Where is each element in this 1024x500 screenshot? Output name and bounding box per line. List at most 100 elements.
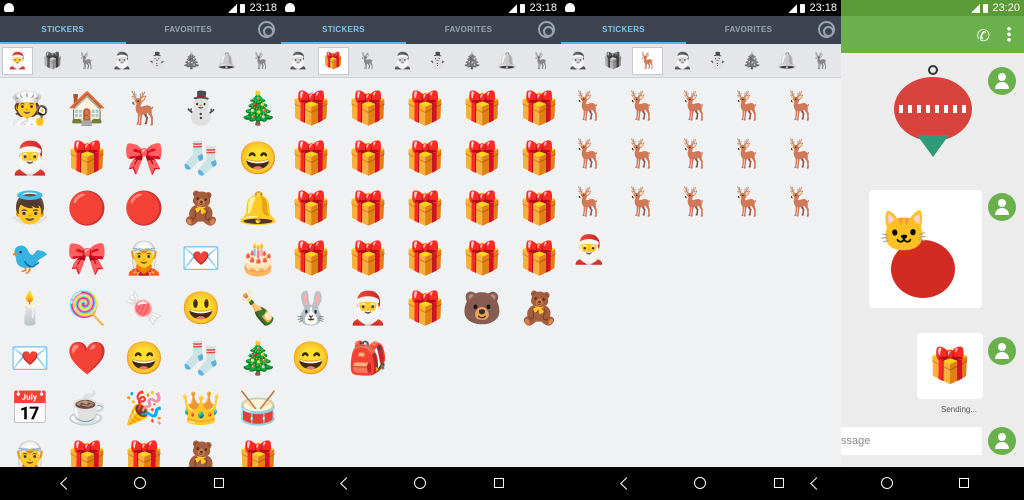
sticker-item[interactable]: 👼: [6, 184, 54, 232]
sticker-item[interactable]: 🎄: [234, 334, 281, 382]
cat-ornament-sticker-message[interactable]: 🐱: [869, 190, 982, 308]
sticker-item[interactable]: 🎁: [287, 234, 335, 282]
tab-stickers[interactable]: STICKERS: [281, 16, 406, 44]
sticker-item[interactable]: 🦌: [779, 180, 823, 224]
sticker-item[interactable]: 😄: [287, 334, 335, 382]
back-icon[interactable]: [60, 477, 73, 490]
settings-gear-icon[interactable]: [818, 21, 835, 38]
sticker-item[interactable]: 🎁: [401, 284, 449, 332]
sticker-item[interactable]: 🐰: [287, 284, 335, 332]
sticker-item[interactable]: 🐦: [6, 234, 54, 282]
category-tab[interactable]: ⛄: [702, 47, 733, 75]
category-tab[interactable]: 🎄: [176, 47, 207, 75]
sticker-item[interactable]: 🦌: [567, 84, 611, 128]
recent-apps-icon[interactable]: [774, 478, 784, 488]
category-tab[interactable]: 🦌: [353, 47, 384, 75]
back-icon[interactable]: [340, 477, 353, 490]
sticker-item[interactable]: 🎁: [401, 134, 449, 182]
sticker-item[interactable]: 🎁: [344, 234, 392, 282]
sticker-item[interactable]: 💌: [6, 334, 54, 382]
sticker-item[interactable]: 🦌: [673, 180, 717, 224]
recent-apps-icon[interactable]: [959, 478, 969, 488]
sticker-item[interactable]: 🔴: [120, 184, 168, 232]
category-tab[interactable]: ⛄: [422, 47, 453, 75]
back-icon[interactable]: [620, 477, 633, 490]
home-icon[interactable]: [134, 477, 146, 489]
sticker-item[interactable]: 🦌: [567, 132, 611, 176]
sticker-item[interactable]: 🎁: [401, 84, 449, 132]
home-icon[interactable]: [694, 477, 706, 489]
category-tab[interactable]: 🎅: [563, 47, 594, 75]
tab-favorites[interactable]: FAVORITES: [686, 16, 811, 44]
sticker-item[interactable]: 🎁: [458, 234, 506, 282]
sticker-item[interactable]: 🎁: [515, 184, 561, 232]
category-tab[interactable]: 🎁: [317, 46, 349, 75]
sticker-item[interactable]: 🧸: [177, 184, 225, 232]
sticker-item[interactable]: 🦌: [620, 84, 664, 128]
sticker-item[interactable]: 🎉: [120, 384, 168, 432]
category-tab[interactable]: 🎄: [737, 47, 768, 75]
sticker-item[interactable]: ☕: [63, 384, 111, 432]
sticker-item[interactable]: 🕯️: [6, 284, 54, 332]
more-options-icon[interactable]: [1007, 26, 1011, 42]
sticker-item[interactable]: 🎁: [287, 84, 335, 132]
category-tab[interactable]: 🎅: [107, 47, 138, 75]
category-tab[interactable]: 🎅: [283, 47, 314, 75]
sticker-item[interactable]: 🦌: [726, 84, 770, 128]
sticker-item[interactable]: 😄: [234, 134, 281, 182]
sticker-item[interactable]: 🦌: [120, 84, 168, 132]
sticker-item[interactable]: 🍭: [63, 284, 111, 332]
sticker-item[interactable]: 👑: [177, 384, 225, 432]
sticker-item[interactable]: 🎁: [287, 134, 335, 182]
category-tab[interactable]: 🦌: [526, 47, 557, 75]
ornament-sticker-message[interactable]: [891, 65, 975, 169]
category-tab[interactable]: 🔔: [772, 47, 803, 75]
sticker-item[interactable]: 🔴: [63, 184, 111, 232]
sticker-item[interactable]: 🎁: [63, 434, 111, 467]
sticker-item[interactable]: 🦌: [567, 180, 611, 224]
sticker-item[interactable]: 🎁: [401, 184, 449, 232]
sticker-item[interactable]: 🧑‍🍳: [6, 84, 54, 132]
home-icon[interactable]: [881, 477, 893, 489]
sticker-item[interactable]: 🦌: [620, 132, 664, 176]
phone-icon[interactable]: ✆: [977, 26, 990, 46]
sticker-item[interactable]: 🎒: [344, 334, 392, 382]
home-icon[interactable]: [414, 477, 426, 489]
sticker-item[interactable]: 💌: [177, 234, 225, 282]
sticker-item[interactable]: ⛄: [177, 84, 225, 132]
category-tab[interactable]: 🔔: [211, 47, 242, 75]
sticker-item[interactable]: 🍾: [234, 284, 281, 332]
sticker-item[interactable]: 🎁: [287, 184, 335, 232]
sticker-item[interactable]: 🧝: [6, 434, 54, 467]
sticker-item[interactable]: 🎂: [234, 234, 281, 282]
sticker-item[interactable]: 🦌: [726, 132, 770, 176]
sticker-item[interactable]: 🎅: [344, 284, 392, 332]
tab-favorites[interactable]: FAVORITES: [406, 16, 531, 44]
gift-smiley-sticker-message[interactable]: 🎁: [917, 333, 983, 399]
message-input[interactable]: ssage: [841, 427, 982, 455]
sticker-item[interactable]: 🦌: [779, 132, 823, 176]
category-tab[interactable]: 🎁: [598, 47, 629, 75]
sticker-item[interactable]: 🎀: [120, 134, 168, 182]
sticker-item[interactable]: 🎁: [458, 184, 506, 232]
tab-stickers[interactable]: STICKERS: [561, 16, 686, 44]
sticker-item[interactable]: 😃: [177, 284, 225, 332]
category-tab[interactable]: 🎅: [667, 47, 698, 75]
sticker-item[interactable]: 🎅: [6, 134, 54, 182]
sticker-item[interactable]: 🐻: [458, 284, 506, 332]
sticker-item[interactable]: 🎁: [401, 234, 449, 282]
category-tab[interactable]: 🎄: [457, 47, 488, 75]
back-icon[interactable]: [810, 477, 823, 490]
sticker-item[interactable]: 🎅: [567, 228, 611, 272]
settings-gear-icon[interactable]: [258, 21, 275, 38]
sticker-item[interactable]: 😄: [120, 334, 168, 382]
sticker-item[interactable]: 🎁: [515, 234, 561, 282]
sticker-item[interactable]: 🔔: [234, 184, 281, 232]
sticker-item[interactable]: 🧦: [177, 134, 225, 182]
sticker-item[interactable]: 🎁: [120, 434, 168, 467]
sticker-item[interactable]: 🎁: [458, 84, 506, 132]
sticker-item[interactable]: ❤️: [63, 334, 111, 382]
sticker-item[interactable]: 🧝: [120, 234, 168, 282]
sticker-item[interactable]: 🎁: [344, 134, 392, 182]
recent-apps-icon[interactable]: [214, 478, 224, 488]
